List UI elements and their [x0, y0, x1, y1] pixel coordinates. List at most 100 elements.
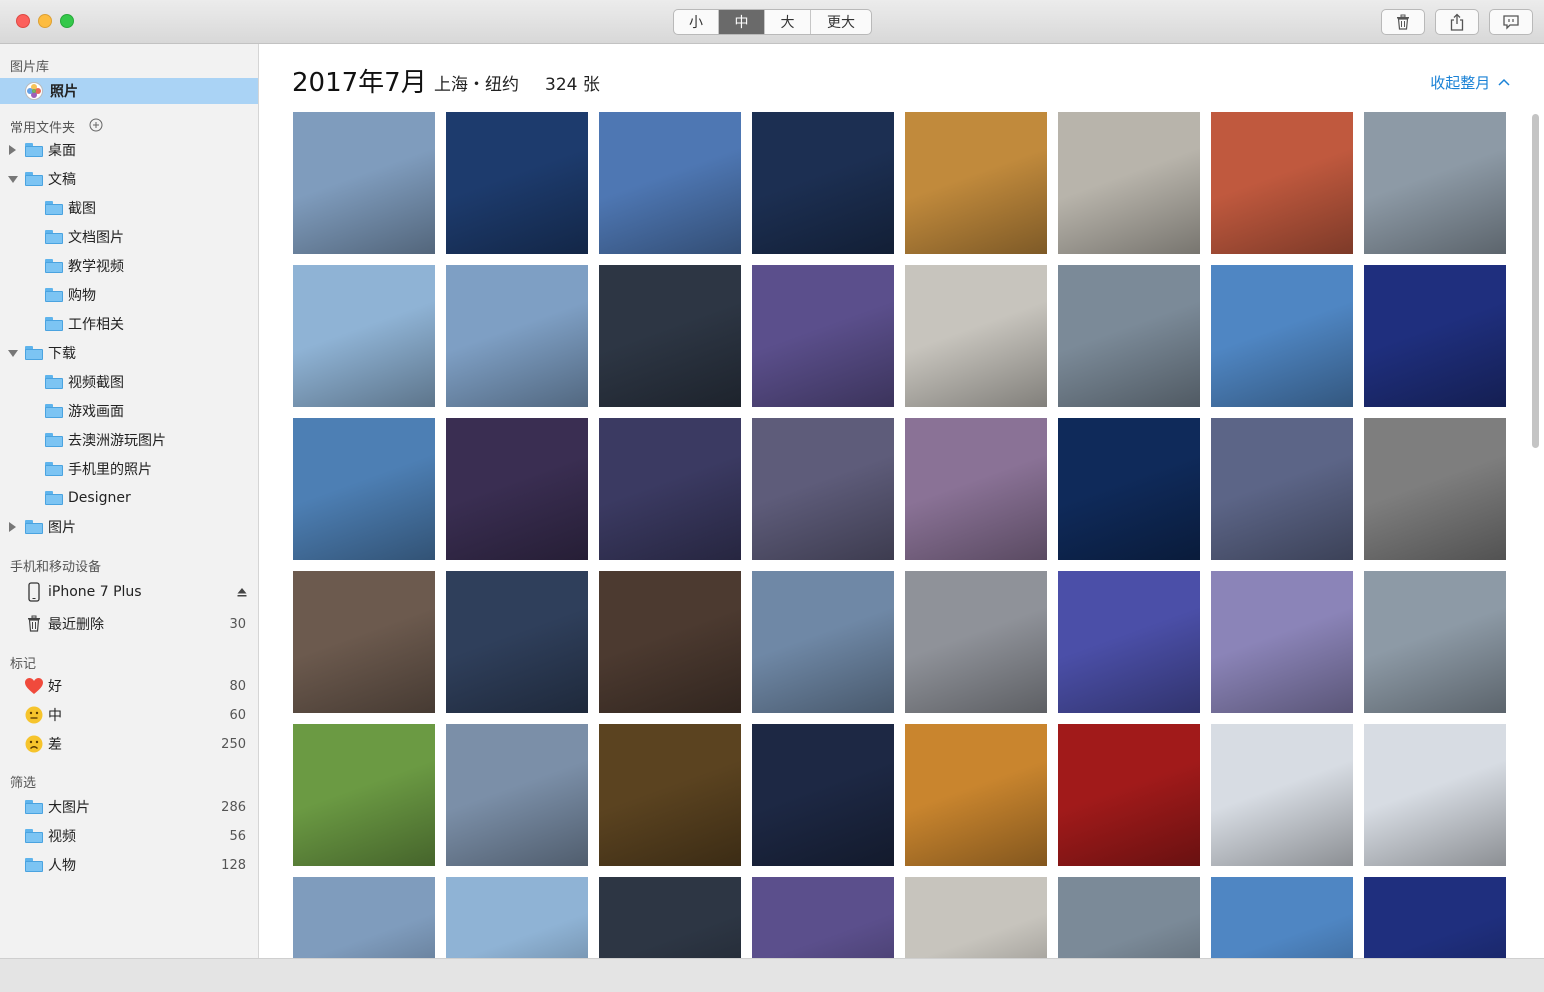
- sidebar-item-folder[interactable]: 教学视频: [0, 253, 258, 279]
- photo-thumbnail[interactable]: [752, 877, 894, 958]
- folder-icon: [45, 259, 63, 273]
- folder-icon: [25, 346, 43, 360]
- size-medium-button[interactable]: 中: [719, 10, 765, 34]
- title-bar: 小 中 大 更大: [0, 0, 1544, 44]
- photo-thumbnail[interactable]: [905, 571, 1047, 713]
- feedback-button[interactable]: [1489, 9, 1533, 35]
- photo-thumbnail[interactable]: [1058, 571, 1200, 713]
- size-large-button[interactable]: 大: [765, 10, 811, 34]
- photo-thumbnail[interactable]: [905, 112, 1047, 254]
- sidebar-item-tag-bad[interactable]: 差 250: [0, 731, 258, 757]
- sidebar-folder-label: 工作相关: [68, 317, 124, 333]
- photo-thumbnail[interactable]: [905, 724, 1047, 866]
- disclosure-right-icon[interactable]: [9, 145, 16, 155]
- disclosure-down-icon[interactable]: [8, 350, 18, 357]
- sidebar-item-tag-neutral[interactable]: 中 60: [0, 702, 258, 728]
- photo-thumbnail[interactable]: [293, 571, 435, 713]
- photo-thumbnail[interactable]: [1058, 418, 1200, 560]
- sidebar-item-folder[interactable]: 图片: [0, 514, 258, 540]
- photo-thumbnail[interactable]: [446, 724, 588, 866]
- sidebar-item-recently-deleted[interactable]: 最近删除 30: [0, 611, 258, 637]
- photo-thumbnail[interactable]: [1211, 418, 1353, 560]
- collapse-month-link[interactable]: 收起整月: [1430, 72, 1510, 93]
- sidebar-item-photos[interactable]: 照片: [0, 78, 258, 104]
- maximize-window-button[interactable]: [60, 14, 74, 28]
- sidebar-item-folder[interactable]: 购物: [0, 282, 258, 308]
- sidebar-item-folder[interactable]: 桌面: [0, 137, 258, 163]
- photo-thumbnail[interactable]: [905, 418, 1047, 560]
- photo-thumbnail[interactable]: [1058, 265, 1200, 407]
- filter-videos-count: 56: [229, 828, 246, 844]
- photo-thumbnail[interactable]: [293, 265, 435, 407]
- photo-thumbnail[interactable]: [752, 571, 894, 713]
- photo-thumbnail[interactable]: [599, 265, 741, 407]
- sidebar-item-folder[interactable]: 文稿: [0, 166, 258, 192]
- photo-thumbnail[interactable]: [752, 724, 894, 866]
- minimize-window-button[interactable]: [38, 14, 52, 28]
- photo-thumbnail[interactable]: [1058, 112, 1200, 254]
- delete-button[interactable]: [1381, 9, 1425, 35]
- photo-thumbnail[interactable]: [1364, 265, 1506, 407]
- photo-thumbnail[interactable]: [1211, 571, 1353, 713]
- photo-thumbnail[interactable]: [1211, 877, 1353, 958]
- photo-thumbnail[interactable]: [752, 112, 894, 254]
- photo-thumbnail[interactable]: [599, 877, 741, 958]
- photo-thumbnail[interactable]: [446, 112, 588, 254]
- close-window-button[interactable]: [16, 14, 30, 28]
- photo-thumbnail[interactable]: [905, 877, 1047, 958]
- photo-thumbnail[interactable]: [1364, 877, 1506, 958]
- photo-thumbnail[interactable]: [1364, 724, 1506, 866]
- photo-thumbnail[interactable]: [1364, 571, 1506, 713]
- sidebar-item-filter-people[interactable]: 人物 128: [0, 852, 258, 878]
- photo-thumbnail[interactable]: [1364, 112, 1506, 254]
- photo-thumbnail[interactable]: [599, 418, 741, 560]
- sidebar-item-folder[interactable]: 截图: [0, 195, 258, 221]
- photo-thumbnail[interactable]: [1058, 877, 1200, 958]
- photo-thumbnail[interactable]: [1211, 724, 1353, 866]
- sidebar-item-folder[interactable]: 工作相关: [0, 311, 258, 337]
- photo-thumbnail[interactable]: [293, 112, 435, 254]
- disclosure-down-icon[interactable]: [8, 176, 18, 183]
- sidebar-folder-label: 去澳洲游玩图片: [68, 433, 166, 449]
- sidebar-item-folder[interactable]: 视频截图: [0, 369, 258, 395]
- sidebar-item-iphone-label: iPhone 7 Plus: [48, 584, 142, 600]
- photo-thumbnail[interactable]: [446, 418, 588, 560]
- photo-thumbnail[interactable]: [599, 724, 741, 866]
- sidebar-item-tag-good[interactable]: 好 80: [0, 673, 258, 699]
- sidebar-item-folder[interactable]: 去澳洲游玩图片: [0, 427, 258, 453]
- sidebar-item-folder[interactable]: 手机里的照片: [0, 456, 258, 482]
- sidebar-item-folder[interactable]: 文档图片: [0, 224, 258, 250]
- sidebar-item-iphone[interactable]: iPhone 7 Plus: [0, 579, 258, 605]
- share-button[interactable]: [1435, 9, 1479, 35]
- photo-thumbnail[interactable]: [752, 418, 894, 560]
- eject-icon[interactable]: [237, 587, 247, 597]
- photo-thumbnail[interactable]: [293, 418, 435, 560]
- photo-thumbnail[interactable]: [905, 265, 1047, 407]
- photo-thumbnail[interactable]: [1364, 418, 1506, 560]
- add-folder-icon[interactable]: [89, 118, 103, 132]
- photo-thumbnail[interactable]: [293, 724, 435, 866]
- sidebar-item-folder[interactable]: Designer: [0, 485, 258, 511]
- sidebar-item-folder[interactable]: 下载: [0, 340, 258, 366]
- sidebar-item-filter-large-images[interactable]: 大图片 286: [0, 794, 258, 820]
- photo-thumbnail[interactable]: [599, 112, 741, 254]
- sidebar-item-photos-label: 照片: [50, 84, 78, 100]
- scrollbar[interactable]: [1532, 114, 1539, 448]
- size-small-button[interactable]: 小: [674, 10, 719, 34]
- photo-thumbnail[interactable]: [1058, 724, 1200, 866]
- photo-thumbnail[interactable]: [752, 265, 894, 407]
- disclosure-right-icon[interactable]: [9, 522, 16, 532]
- folder-icon: [45, 230, 63, 244]
- photo-thumbnail[interactable]: [1211, 112, 1353, 254]
- photo-thumbnail[interactable]: [293, 877, 435, 958]
- photo-thumbnail[interactable]: [599, 571, 741, 713]
- sidebar-item-folder[interactable]: 游戏画面: [0, 398, 258, 424]
- photo-thumbnail[interactable]: [1211, 265, 1353, 407]
- size-xlarge-button[interactable]: 更大: [811, 10, 871, 34]
- photo-thumbnail[interactable]: [446, 265, 588, 407]
- sidebar-item-filter-videos[interactable]: 视频 56: [0, 823, 258, 849]
- sidebar-folder-label: 购物: [68, 288, 96, 304]
- photo-thumbnail[interactable]: [446, 571, 588, 713]
- folder-icon: [45, 491, 63, 505]
- photo-thumbnail[interactable]: [446, 877, 588, 958]
